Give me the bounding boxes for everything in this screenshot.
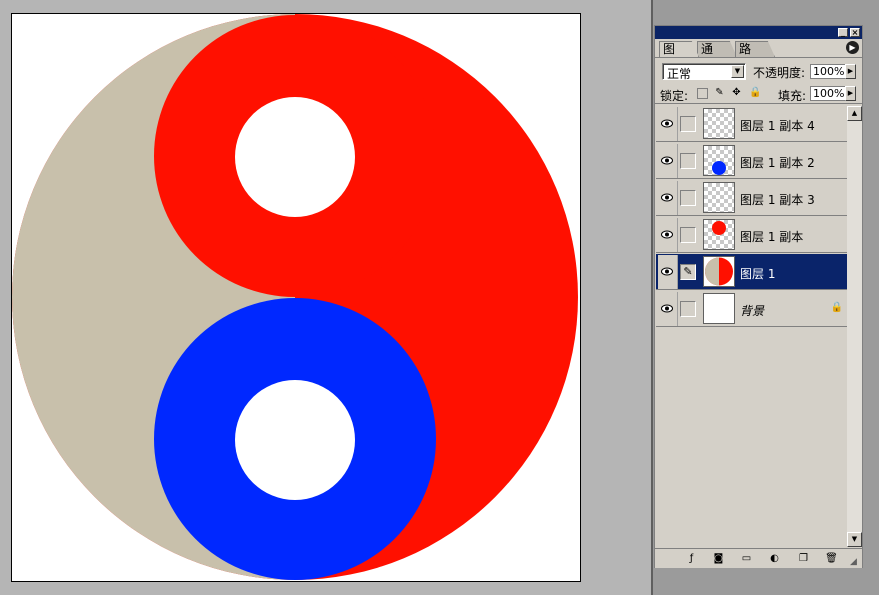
opacity-slider-button[interactable]: ▶ bbox=[845, 64, 856, 79]
delete-layer-icon[interactable]: 🗑 bbox=[825, 552, 838, 565]
layer-name: 图层 1 副本 4 bbox=[740, 119, 815, 133]
palette-title-bar[interactable]: _ × bbox=[655, 26, 862, 39]
scroll-up-icon[interactable]: ▲ bbox=[847, 106, 862, 121]
layer-thumbnail bbox=[703, 219, 735, 250]
layer-row[interactable]: 图层 1 副本 4 bbox=[656, 106, 847, 142]
blend-mode-value: 正常 bbox=[667, 67, 692, 81]
tab-channels[interactable]: 通道 bbox=[697, 41, 737, 57]
layer-name: 图层 1 副本 3 bbox=[740, 193, 815, 207]
layer-link-toggle[interactable] bbox=[680, 301, 696, 317]
layer-row[interactable]: 图层 1 副本 3 bbox=[656, 180, 847, 216]
layer-style-icon[interactable]: ƒ bbox=[685, 552, 698, 565]
layer-name: 背景 bbox=[740, 304, 765, 318]
eye-icon[interactable] bbox=[658, 255, 678, 289]
layer-name: 图层 1 副本 2 bbox=[740, 156, 815, 170]
document-canvas[interactable] bbox=[11, 13, 581, 582]
divider bbox=[655, 103, 862, 104]
lock-move-icon[interactable]: ✥ bbox=[731, 87, 742, 98]
minimize-icon[interactable]: _ bbox=[838, 28, 848, 37]
close-icon[interactable]: × bbox=[850, 28, 860, 37]
add-mask-icon[interactable]: ◙ bbox=[712, 552, 725, 565]
layer-link-toggle[interactable] bbox=[680, 153, 696, 169]
layer-row-selected[interactable]: ✎ 图层 1 bbox=[656, 254, 847, 290]
palette-footer: ƒ ◙ ▭ ◐ ❐ 🗑 ◢ bbox=[655, 548, 862, 568]
opacity-label: 不透明度: bbox=[753, 66, 806, 80]
adjustment-layer-icon[interactable]: ◐ bbox=[768, 552, 781, 565]
brush-icon[interactable]: ✎ bbox=[680, 264, 696, 280]
layer-link-toggle[interactable] bbox=[680, 227, 696, 243]
layer-thumbnail bbox=[703, 182, 735, 213]
lock-label: 锁定: bbox=[660, 89, 689, 103]
layer-row[interactable]: 背景 🔒 bbox=[656, 291, 847, 327]
layers-scrollbar[interactable]: ▲ ▼ bbox=[847, 106, 862, 547]
palette-tabs: 图层 通道 路径 bbox=[655, 39, 862, 58]
eye-icon[interactable] bbox=[658, 107, 678, 141]
layer-row[interactable]: 图层 1 副本 2 bbox=[656, 143, 847, 179]
eye-icon[interactable] bbox=[658, 144, 678, 178]
layer-name: 图层 1 bbox=[740, 267, 776, 281]
palette-menu-icon[interactable]: ▶ bbox=[846, 41, 859, 54]
layers-palette: _ × 图层 通道 路径 ▶ 正常 ▼ 不透明度: 100% ▶ 锁定: ✎ ✥… bbox=[654, 25, 863, 568]
eye-icon[interactable] bbox=[658, 292, 678, 326]
fill-label: 填充: bbox=[778, 89, 807, 103]
new-layer-icon[interactable]: ❐ bbox=[797, 552, 810, 565]
layer-link-toggle[interactable] bbox=[680, 190, 696, 206]
layer-row[interactable]: 图层 1 副本 bbox=[656, 217, 847, 253]
lower-white-dot bbox=[235, 380, 355, 500]
opacity-input[interactable]: 100% bbox=[810, 64, 846, 79]
chevron-down-icon[interactable]: ▼ bbox=[731, 65, 744, 78]
tab-paths[interactable]: 路径 bbox=[735, 41, 775, 57]
layer-link-toggle[interactable] bbox=[680, 116, 696, 132]
eye-icon[interactable] bbox=[658, 181, 678, 215]
fill-slider-button[interactable]: ▶ bbox=[845, 86, 856, 101]
layer-thumbnail bbox=[703, 108, 735, 139]
new-group-icon[interactable]: ▭ bbox=[740, 552, 753, 565]
resize-grip-icon[interactable]: ◢ bbox=[850, 556, 862, 568]
upper-white-dot bbox=[235, 97, 355, 217]
scroll-down-icon[interactable]: ▼ bbox=[847, 532, 862, 547]
lock-icon: 🔒 bbox=[830, 302, 843, 313]
layer-thumbnail bbox=[703, 256, 735, 287]
lock-all-icon[interactable]: 🔒 bbox=[749, 87, 761, 98]
layer-thumbnail bbox=[703, 145, 735, 176]
layers-list: 图层 1 副本 4 图层 1 副本 2 图层 1 副本 3 图层 1 副本 ✎ … bbox=[656, 106, 847, 546]
lock-transparency-icon[interactable] bbox=[697, 88, 708, 99]
tab-layers[interactable]: 图层 bbox=[659, 41, 699, 57]
eye-icon[interactable] bbox=[658, 218, 678, 252]
blend-mode-select[interactable]: 正常 ▼ bbox=[662, 63, 746, 81]
lock-brush-icon[interactable]: ✎ bbox=[714, 87, 725, 98]
layer-thumbnail bbox=[703, 293, 735, 324]
layer-name: 图层 1 副本 bbox=[740, 230, 804, 244]
document-workspace bbox=[0, 0, 651, 595]
yin-yang-artwork bbox=[12, 14, 578, 580]
fill-input[interactable]: 100% bbox=[810, 86, 846, 101]
